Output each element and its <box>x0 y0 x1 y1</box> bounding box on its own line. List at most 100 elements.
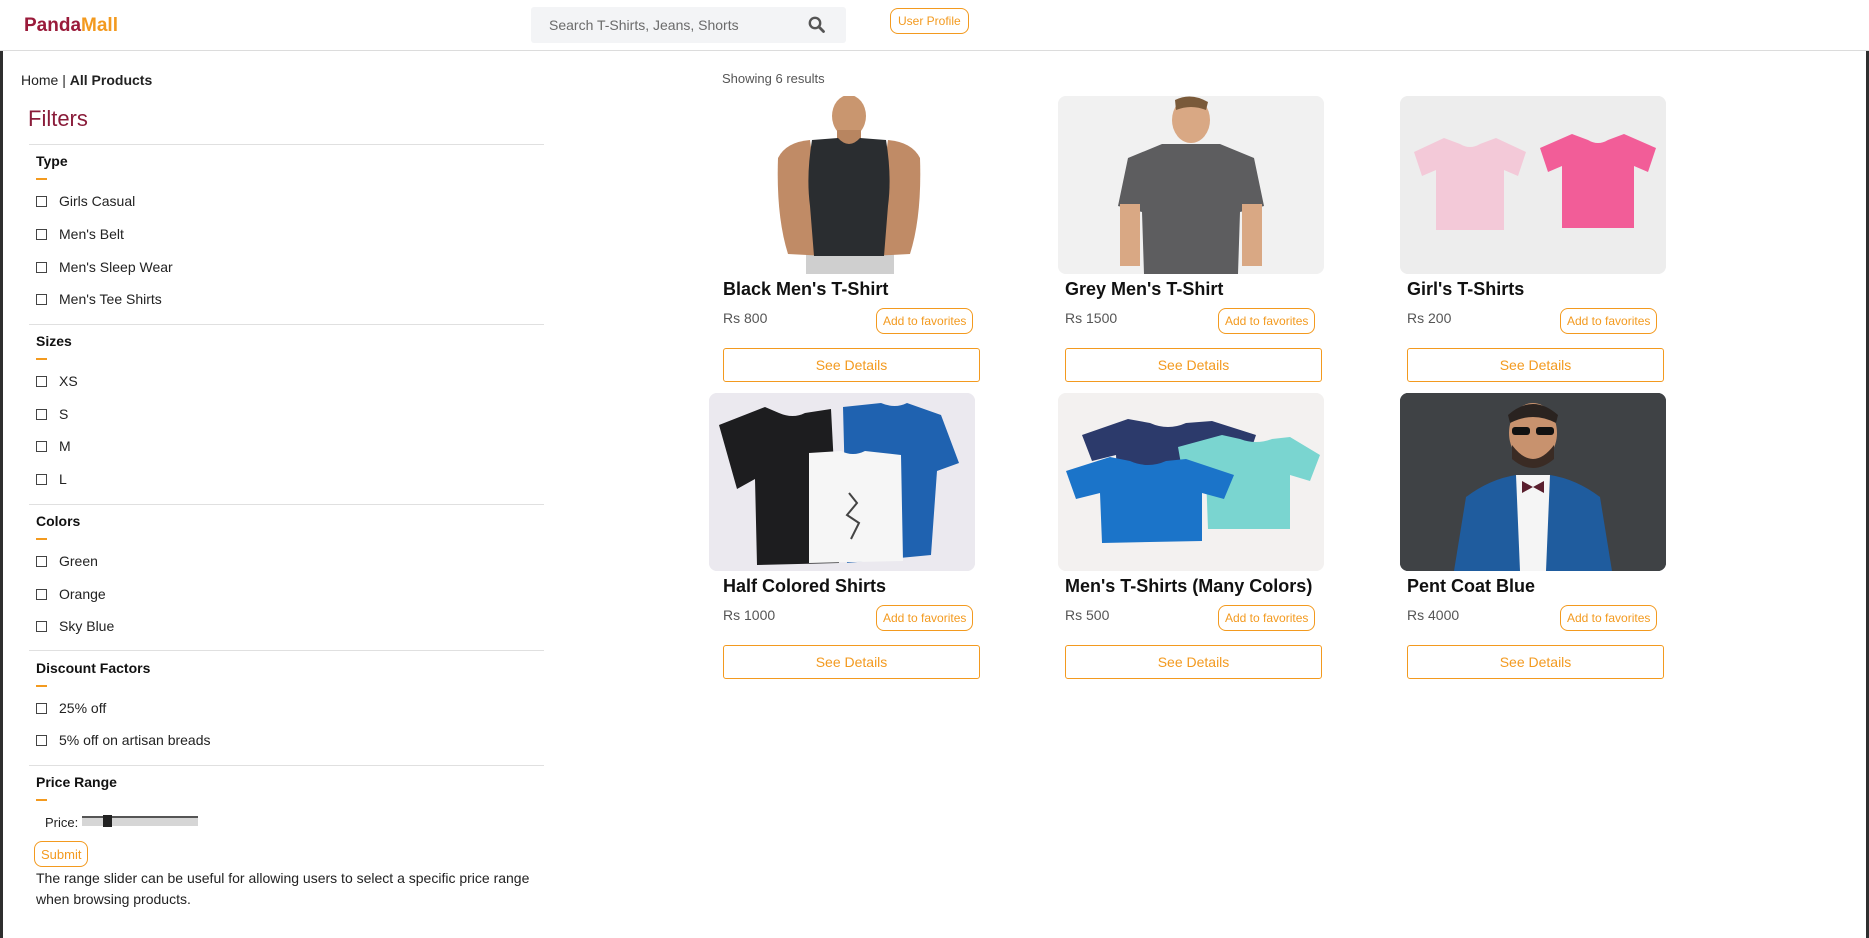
price-label: Price: <box>45 815 79 830</box>
breadcrumb: Home | All Products <box>21 72 152 88</box>
brand-logo[interactable]: PandaMall <box>24 15 118 37</box>
checkbox[interactable] <box>36 473 47 485</box>
product-name[interactable]: Girl's T-Shirts <box>1407 279 1524 300</box>
filter-type-title: Type <box>36 153 68 169</box>
see-details-button[interactable]: See Details <box>723 645 980 679</box>
add-to-favorites-button[interactable]: Add to favorites <box>876 605 974 631</box>
filter-option-label: XS <box>59 373 78 389</box>
product-card: Grey Men's T-Shirt Rs 1500 Add to favori… <box>1058 96 1328 391</box>
see-details-button[interactable]: See Details <box>1065 645 1322 679</box>
checkbox[interactable] <box>36 440 47 452</box>
search-input[interactable] <box>531 7 801 43</box>
product-image-pent-coat-blue[interactable] <box>1400 393 1666 571</box>
filter-price-accent <box>36 799 47 801</box>
product-name[interactable]: Black Men's T-Shirt <box>723 279 888 300</box>
price-slider-thumb[interactable] <box>103 815 113 827</box>
logo-text-panda: Panda <box>24 15 82 36</box>
product-card: Pent Coat Blue Rs 4000 Add to favorites … <box>1400 393 1670 688</box>
filter-option-label: Men's Tee Shirts <box>59 291 162 307</box>
filter-option-s[interactable]: S <box>36 406 68 422</box>
filter-option-m[interactable]: M <box>36 438 71 454</box>
product-image-grey-tshirt[interactable] <box>1058 96 1324 274</box>
filter-option-label: Girls Casual <box>59 193 136 209</box>
product-price: Rs 800 <box>723 310 768 326</box>
filter-option-label: Men's Belt <box>59 226 124 242</box>
product-name[interactable]: Grey Men's T-Shirt <box>1065 279 1223 300</box>
filters-divider <box>29 504 544 505</box>
filter-option-25-off[interactable]: 25% off <box>36 700 106 716</box>
left-window-edge <box>0 0 3 938</box>
price-range-slider[interactable] <box>82 816 198 826</box>
logo-text-mall: Mall <box>81 15 118 36</box>
product-image-many-colors-tshirts[interactable] <box>1058 393 1324 571</box>
filter-option-label: Orange <box>59 586 106 602</box>
checkbox[interactable] <box>36 261 47 273</box>
checkbox[interactable] <box>36 228 47 240</box>
checkbox[interactable] <box>36 555 47 567</box>
product-card: Girl's T-Shirts Rs 200 Add to favorites … <box>1400 96 1670 391</box>
filter-option-label: Sky Blue <box>59 618 115 634</box>
product-image-black-tank[interactable] <box>716 96 982 274</box>
filter-option-l[interactable]: L <box>36 471 67 487</box>
user-profile-button[interactable]: User Profile <box>890 8 969 34</box>
filter-option-mens-sleep-wear[interactable]: Men's Sleep Wear <box>36 259 173 275</box>
product-image-girls-tshirts[interactable] <box>1400 96 1666 274</box>
search-icon[interactable] <box>808 16 825 38</box>
product-price: Rs 1000 <box>723 607 776 623</box>
checkbox[interactable] <box>36 588 47 600</box>
filter-type-accent <box>36 178 47 180</box>
filter-colors-title: Colors <box>36 513 81 529</box>
filter-option-green[interactable]: Green <box>36 553 98 569</box>
checkbox[interactable] <box>36 620 47 632</box>
add-to-favorites-button[interactable]: Add to favorites <box>876 308 974 334</box>
product-name[interactable]: Half Colored Shirts <box>723 576 886 597</box>
product-price: Rs 500 <box>1065 607 1110 623</box>
product-price: Rs 4000 <box>1407 607 1460 623</box>
filters-divider <box>29 650 544 651</box>
submit-button[interactable]: Submit <box>34 841 89 867</box>
see-details-button[interactable]: See Details <box>723 348 980 382</box>
add-to-favorites-button[interactable]: Add to favorites <box>1560 308 1658 334</box>
product-card: Black Men's T-Shirt Rs 800 Add to favori… <box>716 96 986 391</box>
results-count: Showing 6 results <box>722 71 825 86</box>
filter-option-label: 25% off <box>59 700 107 716</box>
filter-option-xs[interactable]: XS <box>36 373 78 389</box>
filter-option-5-off-artisan-breads[interactable]: 5% off on artisan breads <box>36 732 211 748</box>
product-card: Half Colored Shirts Rs 1000 Add to favor… <box>709 393 986 688</box>
product-card: Men's T-Shirts (Many Colors) Rs 500 Add … <box>1058 393 1328 688</box>
product-name[interactable]: Pent Coat Blue <box>1407 576 1535 597</box>
breadcrumb-home-link[interactable]: Home <box>21 72 58 88</box>
see-details-button[interactable]: See Details <box>1407 348 1664 382</box>
product-price: Rs 1500 <box>1065 310 1118 326</box>
checkbox[interactable] <box>36 293 47 305</box>
add-to-favorites-button[interactable]: Add to favorites <box>1218 308 1316 334</box>
filter-sizes-title: Sizes <box>36 333 72 349</box>
see-details-button[interactable]: See Details <box>1065 348 1322 382</box>
checkbox[interactable] <box>36 734 47 746</box>
filter-option-label: 5% off on artisan breads <box>59 732 211 748</box>
filter-sizes-accent <box>36 358 47 360</box>
filter-option-label: S <box>59 406 69 422</box>
checkbox[interactable] <box>36 408 47 420</box>
filter-option-label: Men's Sleep Wear <box>59 259 173 275</box>
add-to-favorites-button[interactable]: Add to favorites <box>1218 605 1316 631</box>
filter-option-orange[interactable]: Orange <box>36 586 106 602</box>
filter-discounts-accent <box>36 685 47 687</box>
product-price: Rs 200 <box>1407 310 1452 326</box>
filter-option-mens-tee-shirts[interactable]: Men's Tee Shirts <box>36 291 162 307</box>
breadcrumb-separator: | <box>58 72 70 88</box>
product-name[interactable]: Men's T-Shirts (Many Colors) <box>1065 576 1312 597</box>
checkbox[interactable] <box>36 195 47 207</box>
filter-option-girls-casual[interactable]: Girls Casual <box>36 193 135 209</box>
add-to-favorites-button[interactable]: Add to favorites <box>1560 605 1658 631</box>
see-details-button[interactable]: See Details <box>1407 645 1664 679</box>
filter-discounts-title: Discount Factors <box>36 660 151 676</box>
checkbox[interactable] <box>36 702 47 714</box>
filter-option-sky-blue[interactable]: Sky Blue <box>36 618 114 634</box>
checkbox[interactable] <box>36 375 47 387</box>
filters-title: Filters <box>28 106 88 131</box>
filter-option-label: M <box>59 438 71 454</box>
filters-divider <box>29 144 544 145</box>
product-image-half-colored-shirts[interactable] <box>709 393 975 571</box>
filter-option-mens-belt[interactable]: Men's Belt <box>36 226 124 242</box>
